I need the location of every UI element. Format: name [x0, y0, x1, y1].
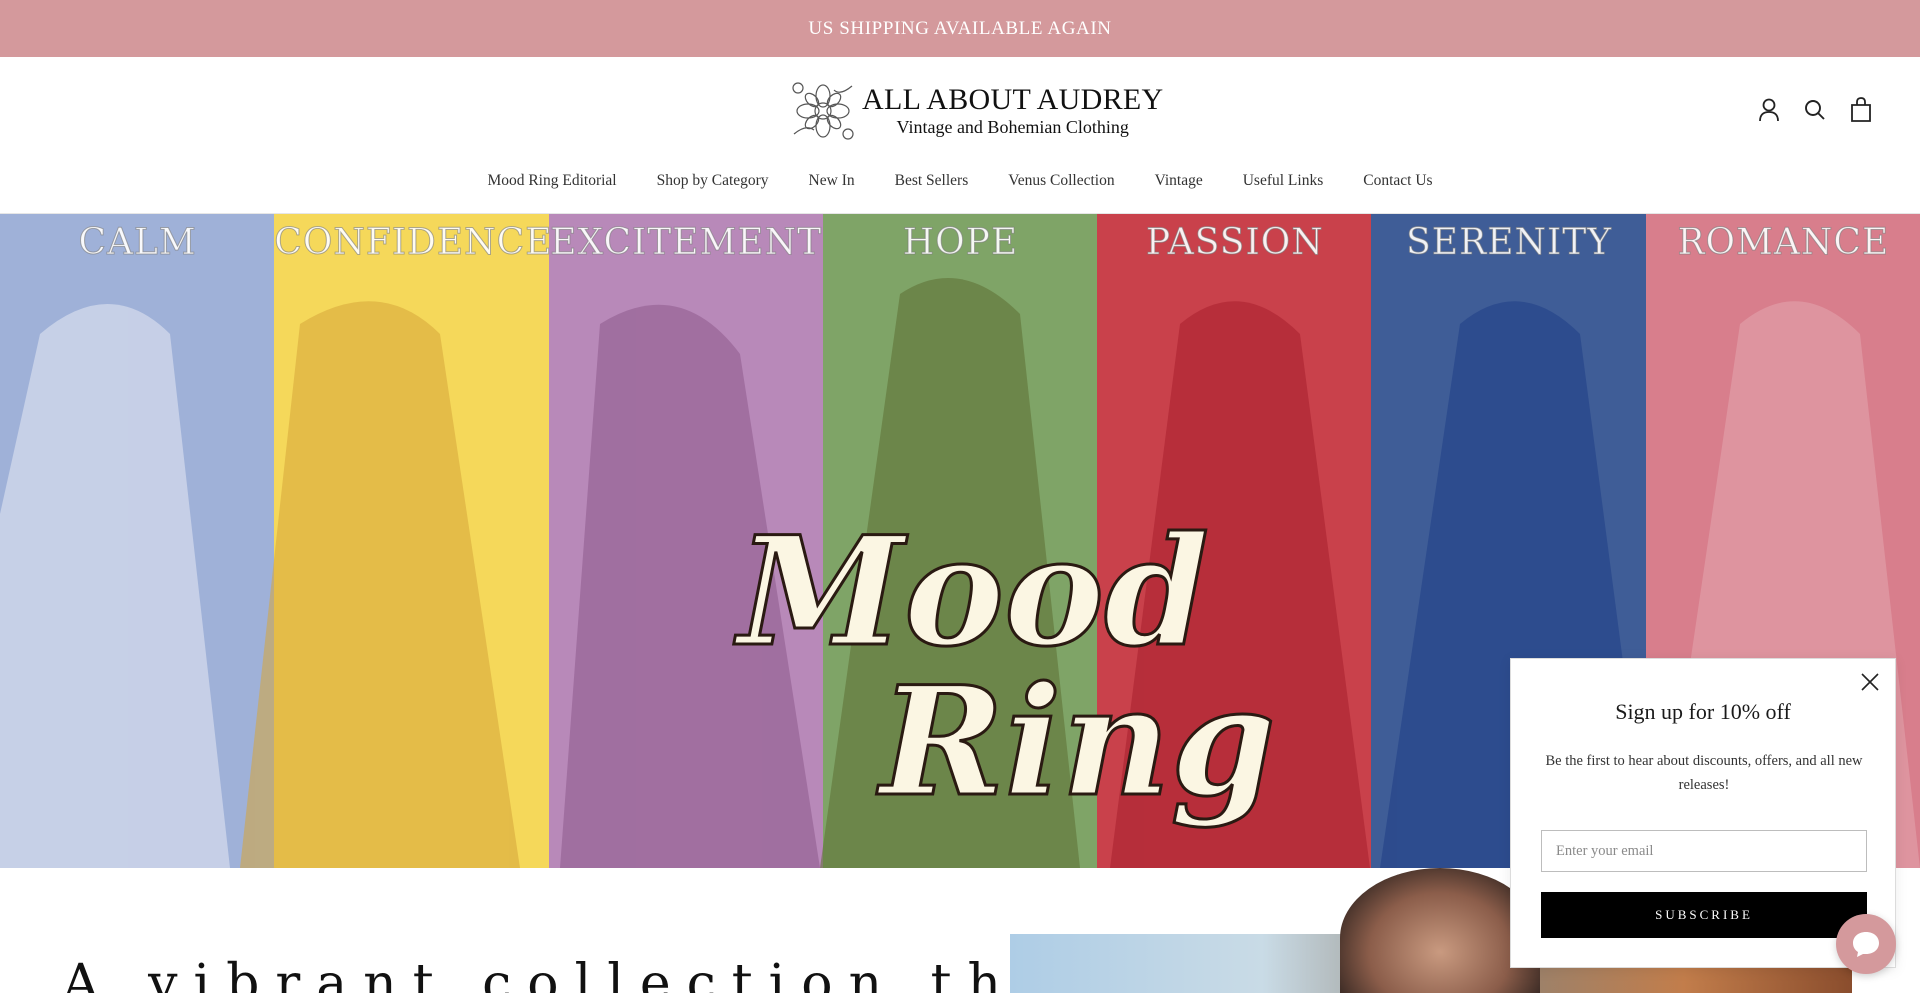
close-icon[interactable] [1859, 671, 1881, 693]
popup-description: Be the first to hear about discounts, of… [1545, 753, 1863, 793]
cart-icon[interactable] [1850, 97, 1872, 123]
flower-logo-icon [792, 82, 854, 140]
intro-tagline: A vibrant collection that [62, 954, 1101, 993]
subscribe-button[interactable]: SUBSCRIBE [1541, 892, 1867, 938]
nav-item-shop-by-category[interactable]: Shop by Category [637, 172, 789, 190]
brand-subtitle: Vintage and Bohemian Clothing [896, 117, 1129, 137]
nav-item-mood-ring-editorial[interactable]: Mood Ring Editorial [467, 172, 636, 190]
main-nav: Mood Ring Editorial Shop by Category New… [0, 172, 1920, 190]
nav-item-vintage[interactable]: Vintage [1135, 172, 1223, 190]
site-header: ALL ABOUT AUDREY Vintage and Bohemian Cl… [0, 57, 1920, 214]
nav-item-venus-collection[interactable]: Venus Collection [988, 172, 1134, 190]
popup-title: Sign up for 10% off [1615, 699, 1791, 724]
nav-item-useful-links[interactable]: Useful Links [1223, 172, 1344, 190]
brand-title: ALL ABOUT AUDREY [862, 83, 1164, 116]
brand-text: ALL ABOUT AUDREY Vintage and Bohemian Cl… [862, 84, 1163, 138]
announcement-text: US SHIPPING AVAILABLE AGAIN [808, 17, 1112, 39]
account-icon[interactable] [1758, 97, 1780, 123]
chat-button[interactable] [1836, 914, 1896, 974]
announcement-bar: US SHIPPING AVAILABLE AGAIN [0, 0, 1920, 57]
chat-bubble-icon [1853, 932, 1879, 957]
email-field[interactable] [1541, 830, 1867, 872]
newsletter-popup: Sign up for 10% off Be the first to hear… [1510, 658, 1896, 968]
nav-item-contact-us[interactable]: Contact Us [1343, 172, 1452, 190]
hero-title-ring: Ring [879, 653, 1278, 832]
header-icons [1758, 97, 1872, 123]
brand-logo[interactable]: ALL ABOUT AUDREY Vintage and Bohemian Cl… [786, 73, 1163, 149]
nav-item-best-sellers[interactable]: Best Sellers [875, 172, 989, 190]
search-icon[interactable] [1804, 97, 1826, 123]
nav-item-new-in[interactable]: New In [789, 172, 875, 190]
